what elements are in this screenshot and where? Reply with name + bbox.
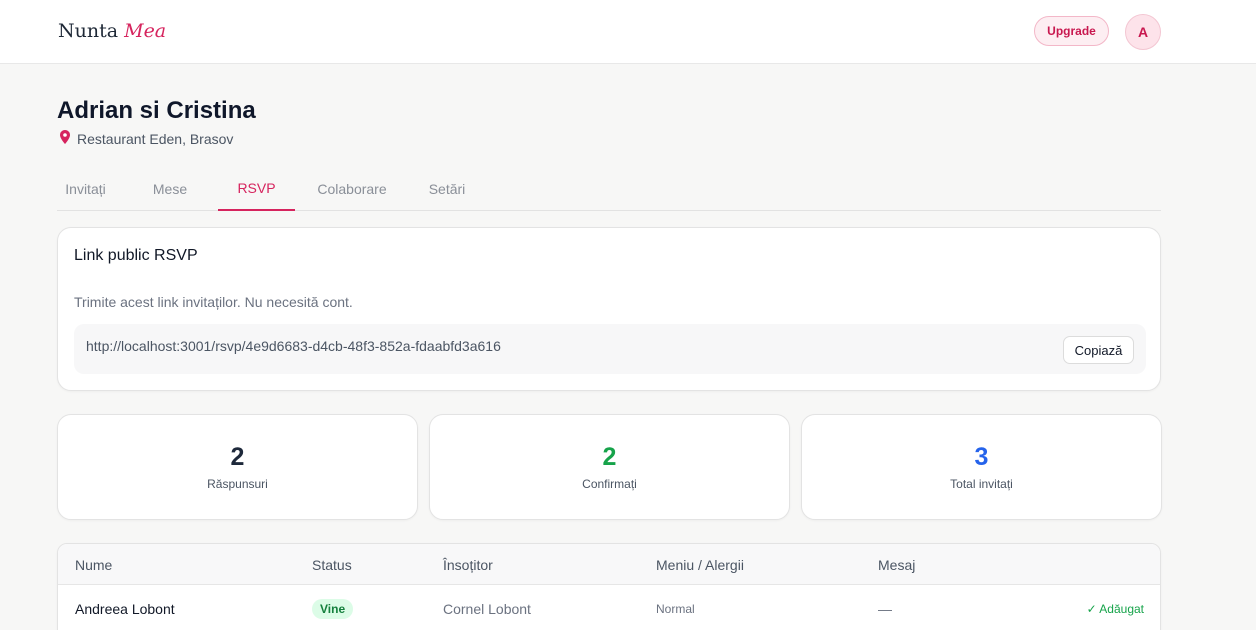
tab-setari[interactable]: Setări [422, 166, 472, 211]
map-pin-icon [60, 130, 70, 147]
stat-label: Confirmați [582, 477, 637, 491]
column-header-companion: Însoțitor [443, 557, 493, 573]
column-header-menu: Meniu / Alergii [656, 557, 744, 573]
stat-card-responses: 2 Răspunsuri [57, 414, 418, 520]
table-header: Nume Status Însoțitor Meniu / Alergii Me… [58, 544, 1160, 585]
rsvp-table: Nume Status Însoțitor Meniu / Alergii Me… [57, 543, 1161, 630]
guest-name: Andreea Lobont [75, 601, 175, 617]
tab-mese[interactable]: Mese [142, 166, 198, 211]
event-location: Restaurant Eden, Brasov [60, 130, 233, 147]
event-tabs: Invitați Mese RSVP Colaborare Setări [57, 166, 1161, 211]
upgrade-button[interactable]: Upgrade [1034, 16, 1109, 46]
stat-value: 2 [602, 443, 617, 471]
rsvp-link-card: Link public RSVP Trimite acest link invi… [57, 227, 1161, 391]
guest-menu: Normal [656, 602, 695, 616]
copy-link-button[interactable]: Copiază [1063, 336, 1134, 364]
top-bar: Nunta Mea Upgrade A [0, 0, 1256, 64]
column-header-status: Status [312, 557, 352, 573]
logo-accent: Mea [124, 20, 167, 42]
page-title: Adrian si Cristina [57, 97, 256, 124]
tab-rsvp[interactable]: RSVP [218, 166, 295, 211]
stat-label: Răspunsuri [207, 477, 268, 491]
stat-card-total-guests: 3 Total invitați [801, 414, 1162, 520]
tab-colaborare[interactable]: Colaborare [309, 166, 395, 211]
stat-value: 2 [230, 443, 245, 471]
status-badge: Vine [312, 599, 354, 619]
added-status: ✓ Adăugat [1086, 602, 1144, 616]
rsvp-link-url[interactable]: http://localhost:3001/rsvp/4e9d6683-d4cb… [86, 338, 501, 354]
rsvp-link-box: http://localhost:3001/rsvp/4e9d6683-d4cb… [74, 324, 1146, 374]
user-avatar[interactable]: A [1125, 14, 1161, 50]
rsvp-link-title: Link public RSVP [74, 247, 198, 264]
logo-primary: Nunta [58, 20, 119, 42]
location-text: Restaurant Eden, Brasov [77, 130, 234, 147]
rsvp-link-description: Trimite acest link invitaților. Nu neces… [74, 294, 353, 310]
column-header-name: Nume [75, 557, 113, 573]
stat-card-confirmed: 2 Confirmați [429, 414, 790, 520]
stat-value: 3 [974, 443, 989, 471]
app-logo[interactable]: Nunta Mea [58, 20, 166, 42]
guest-companion: Cornel Lobont [443, 601, 531, 617]
column-header-message: Mesaj [878, 557, 916, 573]
stat-label: Total invitați [950, 477, 1013, 491]
guest-message: — [878, 601, 892, 617]
tab-invitati[interactable]: Invitați [57, 166, 114, 211]
